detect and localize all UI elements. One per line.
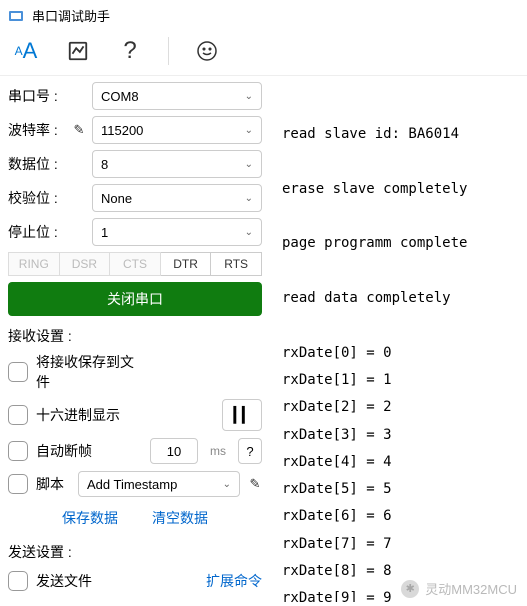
help-auto-break[interactable]: ?: [238, 438, 262, 464]
log-output[interactable]: read slave id: BA6014 erase slave comple…: [270, 76, 527, 602]
wechat-icon: ✱: [401, 580, 419, 598]
toolbar-divider: [168, 37, 169, 65]
rx-title: 接收设置 :: [8, 326, 262, 346]
label-save-file: 将接收保存到文件: [36, 352, 145, 392]
label-parity: 校验位 :: [8, 188, 66, 208]
app-icon: [8, 8, 24, 24]
expand-cmd-button[interactable]: 扩展命令: [206, 571, 262, 591]
pen-icon[interactable]: ✎: [248, 476, 262, 492]
label-data: 数据位 :: [8, 154, 66, 174]
label-stop: 停止位 :: [8, 222, 66, 242]
rx-script-select[interactable]: Add Timestamp⌄: [78, 471, 240, 497]
pen-icon[interactable]: ✎: [72, 122, 86, 138]
chk-auto-break[interactable]: [8, 441, 28, 461]
status-row: RING DSR CTS DTR RTS: [8, 252, 262, 276]
label-auto-break: 自动断帧: [36, 441, 142, 461]
label-send-file: 发送文件: [36, 571, 198, 591]
close-port-button[interactable]: 关闭串口: [8, 282, 262, 316]
status-rts[interactable]: RTS: [211, 252, 262, 276]
port-select[interactable]: COM8⌄: [92, 82, 262, 110]
status-cts[interactable]: CTS: [110, 252, 161, 276]
parity-select[interactable]: None⌄: [92, 184, 262, 212]
ms-unit: ms: [206, 444, 230, 458]
tx-title: 发送设置 :: [8, 542, 262, 562]
data-select[interactable]: 8⌄: [92, 150, 262, 178]
status-dtr[interactable]: DTR: [161, 252, 212, 276]
label-rx-hex: 十六进制显示: [36, 405, 214, 425]
titlebar: 串口调试助手: [0, 0, 527, 31]
font-button[interactable]: AA: [12, 37, 40, 65]
toolbar: AA ?: [0, 31, 527, 76]
chk-send-file[interactable]: [8, 571, 28, 591]
status-dsr[interactable]: DSR: [60, 252, 111, 276]
save-data-button[interactable]: 保存数据: [54, 504, 126, 532]
pause-button[interactable]: ▎▎: [222, 399, 262, 431]
help-button[interactable]: ?: [116, 37, 144, 65]
settings-panel: 串口号 : COM8⌄ 波特率 : ✎ 115200⌄ 数据位 : 8⌄ 校验位…: [0, 76, 270, 602]
smile-button[interactable]: [193, 37, 221, 65]
clear-data-button[interactable]: 清空数据: [144, 504, 216, 532]
label-port: 串口号 :: [8, 86, 66, 106]
stop-select[interactable]: 1⌄: [92, 218, 262, 246]
chart-button[interactable]: [64, 37, 92, 65]
chk-rx-hex[interactable]: [8, 405, 28, 425]
baud-select[interactable]: 115200⌄: [92, 116, 262, 144]
app-title: 串口调试助手: [32, 6, 110, 25]
label-baud: 波特率 :: [8, 120, 66, 140]
chk-save-file[interactable]: [8, 362, 28, 382]
auto-break-input[interactable]: [150, 438, 198, 464]
label-rx-script: 脚本: [36, 474, 70, 494]
watermark: ✱ 灵动MM32MCU: [401, 579, 517, 598]
status-ring[interactable]: RING: [8, 252, 60, 276]
chk-rx-script[interactable]: [8, 474, 28, 494]
